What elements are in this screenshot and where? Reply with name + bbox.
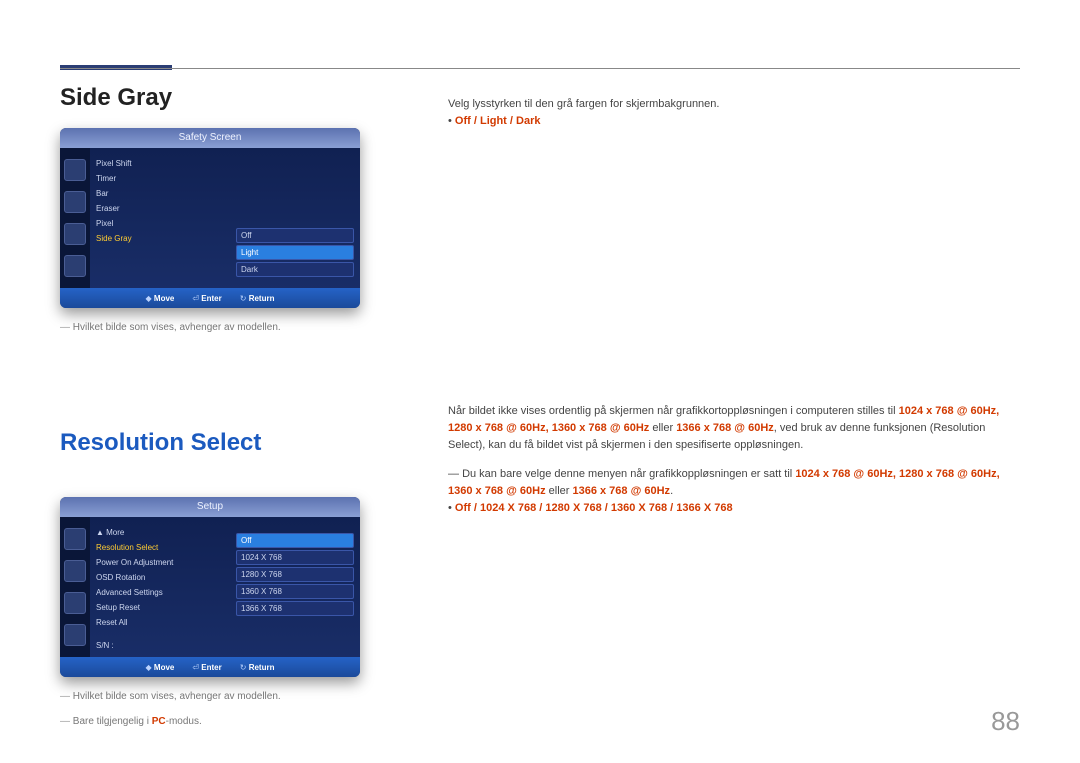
resolution-select-options: • Off / 1024 X 768 / 1280 X 768 / 1360 X…: [448, 500, 1020, 517]
osd-hint-return: ↻ Return: [240, 663, 275, 672]
osd-screenshot-safety-screen: Safety Screen Pixel Shift Timer Bar Eras…: [60, 128, 360, 308]
osd-value-item: 1280 X 768: [236, 567, 354, 582]
note-model-dependent: Hvilket bilde som vises, avhenger av mod…: [60, 322, 440, 333]
osd-value-item-selected: Light: [236, 245, 354, 260]
osd-menu-item: Eraser: [96, 201, 224, 216]
picture-icon: [64, 159, 86, 181]
osd-value-item: Dark: [236, 262, 354, 277]
sound-icon: [64, 560, 86, 582]
osd-menu-item: Reset All: [96, 615, 224, 630]
heading-resolution-select: Resolution Select: [60, 429, 440, 457]
heading-side-gray: Side Gray: [60, 84, 440, 112]
osd-icon-rail: [60, 148, 90, 288]
section-side-gray: Side Gray Safety Screen Pixel Shift Time…: [60, 44, 1020, 333]
resolution-select-description-2: ― Du kan bare velge denne menyen når gra…: [448, 466, 1020, 500]
osd-value-item: Off: [236, 228, 354, 243]
resolution-select-description-1: Når bildet ikke vises ordentlig på skjer…: [448, 403, 1020, 454]
section-resolution-select: Resolution Select Setup ▲ More Resolutio…: [60, 389, 1020, 727]
side-gray-description: Velg lysstyrken til den grå fargen for s…: [448, 96, 1020, 113]
osd-icon-rail: [60, 517, 90, 657]
note-pc-only: Bare tilgjengelig i PC-modus.: [60, 716, 440, 727]
multi-icon: [64, 624, 86, 646]
side-gray-options: • Off / Light / Dark: [448, 113, 1020, 130]
osd-menu-item-selected: Side Gray: [96, 231, 224, 246]
osd-value-item-selected: Off: [236, 533, 354, 548]
osd-more-item: ▲ More: [96, 525, 224, 540]
osd-hint-move: ◆ Move: [146, 663, 175, 672]
osd-titlebar: Setup: [60, 497, 360, 517]
setup-icon: [64, 223, 86, 245]
sound-icon: [64, 191, 86, 213]
osd-value-item: 1360 X 768: [236, 584, 354, 599]
osd-menu-item: Advanced Settings: [96, 585, 224, 600]
osd-screenshot-setup: Setup ▲ More Resolution Select Power On …: [60, 497, 360, 677]
osd-footer: ◆ Move ⏎ Enter ↻ Return: [60, 288, 360, 308]
picture-icon: [64, 528, 86, 550]
osd-titlebar: Safety Screen: [60, 128, 360, 148]
multi-icon: [64, 255, 86, 277]
note-model-dependent: Hvilket bilde som vises, avhenger av mod…: [60, 691, 440, 702]
osd-menu-item: Timer: [96, 171, 224, 186]
osd-hint-enter: ⏎ Enter: [192, 294, 221, 303]
osd-menu-item: Pixel Shift: [96, 156, 224, 171]
osd-menu-list: Pixel Shift Timer Bar Eraser Pixel Side …: [90, 148, 230, 288]
osd-menu-item-selected: Resolution Select: [96, 540, 224, 555]
osd-menu-item: OSD Rotation: [96, 570, 224, 585]
osd-menu-item: Pixel: [96, 216, 224, 231]
osd-hint-enter: ⏎ Enter: [192, 663, 221, 672]
osd-menu-list: ▲ More Resolution Select Power On Adjust…: [90, 517, 230, 657]
osd-value-item: 1024 X 768: [236, 550, 354, 565]
osd-hint-move: ◆ Move: [146, 294, 175, 303]
osd-footer: ◆ Move ⏎ Enter ↻ Return: [60, 657, 360, 677]
page-number: 88: [991, 706, 1020, 737]
osd-menu-item: Power On Adjustment: [96, 555, 224, 570]
osd-menu-item: Bar: [96, 186, 224, 201]
osd-value-list: Off Light Dark: [230, 148, 360, 288]
osd-sn-line: S/N :: [96, 638, 224, 653]
osd-value-item: 1366 X 768: [236, 601, 354, 616]
osd-value-list: Off 1024 X 768 1280 X 768 1360 X 768 136…: [230, 517, 360, 657]
osd-hint-return: ↻ Return: [240, 294, 275, 303]
osd-menu-item: Setup Reset: [96, 600, 224, 615]
setup-icon: [64, 592, 86, 614]
